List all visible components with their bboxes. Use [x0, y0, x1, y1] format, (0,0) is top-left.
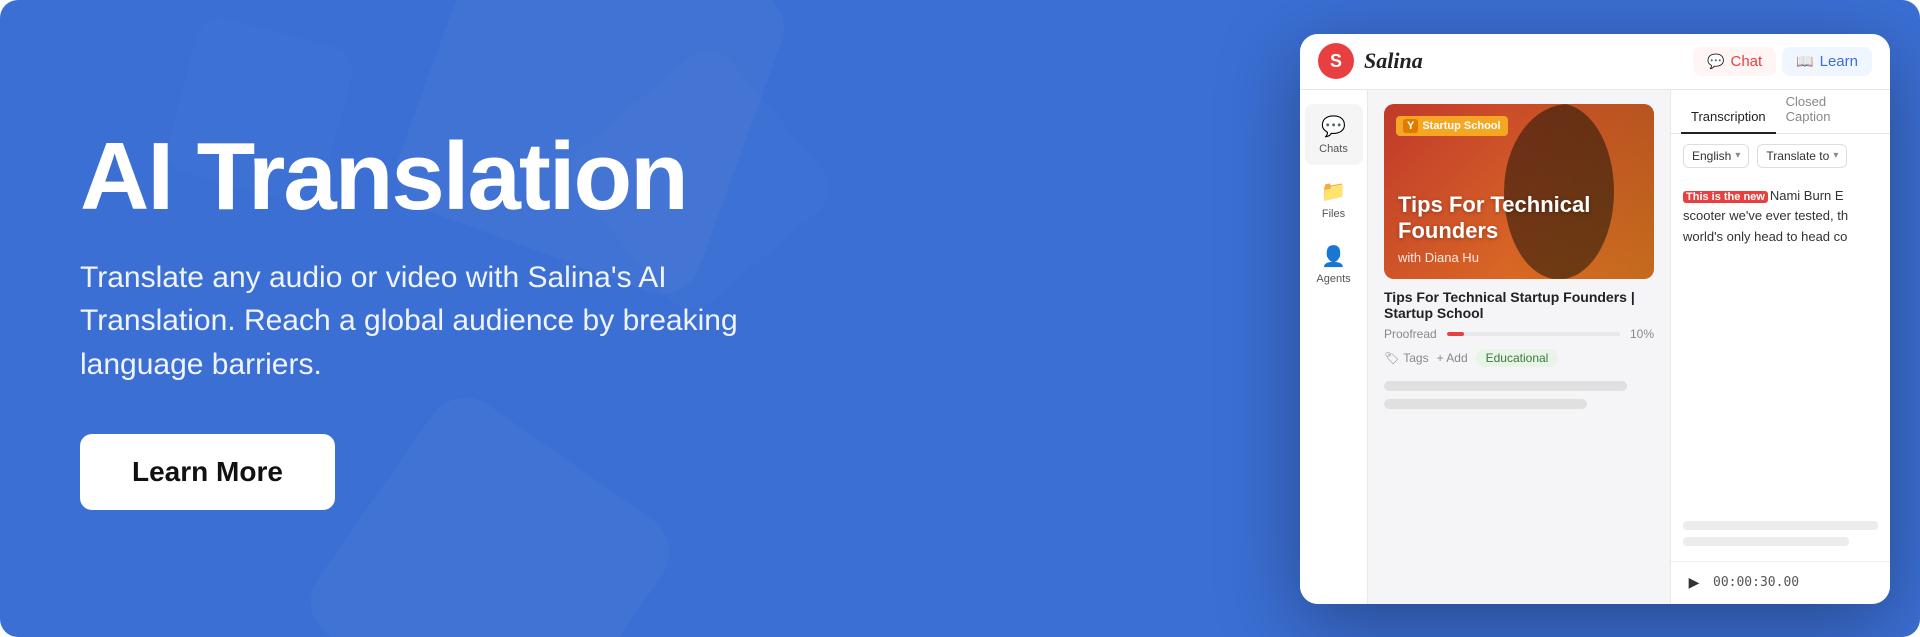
agents-label: Agents: [1316, 273, 1350, 285]
video-badge: Y Startup School: [1396, 116, 1508, 136]
translate-select-arrow: ▾: [1833, 150, 1838, 161]
video-title-line1: Tips For Technical Founders: [1398, 192, 1640, 245]
tags-row: 🏷 Tags + Add Educational: [1384, 349, 1654, 367]
learn-tab-icon: 📖: [1796, 53, 1813, 70]
badge-text: Startup School: [1422, 120, 1500, 132]
tags-label: 🏷 Tags: [1384, 351, 1429, 365]
subtitle: Translate any audio or video with Salina…: [80, 256, 760, 387]
proofread-pct: 10%: [1630, 327, 1654, 341]
app-topbar: S Salina 💬 Chat 📖 Learn: [1300, 34, 1890, 90]
app-nav-tabs: 💬 Chat 📖 Learn: [1693, 47, 1872, 76]
proofread-bar-fill: [1447, 332, 1464, 336]
skeleton-lines: [1368, 373, 1670, 425]
left-content: AI Translation Translate any audio or vi…: [0, 67, 840, 570]
trans-sk-2: [1683, 537, 1849, 546]
educational-tag[interactable]: Educational: [1476, 349, 1559, 367]
proofread-row: Proofread 10%: [1384, 327, 1654, 341]
translate-to-select[interactable]: Translate to ▾: [1757, 144, 1847, 168]
trans-skeleton: [1671, 513, 1890, 561]
sidebar-item-agents[interactable]: 👤 Agents: [1305, 234, 1363, 295]
tab-closed-caption[interactable]: Closed Caption: [1776, 90, 1880, 134]
add-tag-button[interactable]: + Add: [1437, 351, 1468, 365]
trans-controls: English ▾ Translate to ▾: [1671, 134, 1890, 178]
ycombinator-badge: Y Startup School: [1396, 116, 1508, 136]
new-highlight-badge: This is the new: [1683, 191, 1768, 203]
tab-transcription[interactable]: Transcription: [1681, 101, 1776, 134]
video-title-overlay: Tips For Technical Founders with Diana H…: [1384, 180, 1654, 279]
y-logo: Y: [1403, 119, 1418, 133]
learn-more-button[interactable]: Learn More: [80, 434, 335, 510]
video-card-title: Tips For Technical Startup Founders | St…: [1384, 289, 1654, 321]
transcription-text: This is the newNami Burn E scooter we've…: [1671, 178, 1890, 513]
video-info-row: Tips For Technical Startup Founders | St…: [1384, 289, 1654, 373]
trans-sk-1: [1683, 521, 1878, 530]
app-main: Y Startup School Tips For Technical Foun…: [1368, 90, 1670, 604]
language-select[interactable]: English ▾: [1683, 144, 1749, 168]
chat-tab-icon: 💬: [1707, 53, 1724, 70]
transcription-panel: Transcription Closed Caption English ▾ T…: [1670, 90, 1890, 604]
chats-icon: 💬: [1321, 114, 1346, 139]
proofread-label: Proofread: [1384, 327, 1437, 341]
proofread-bar-bg: [1447, 332, 1620, 336]
chats-label: Chats: [1319, 143, 1348, 155]
agents-icon: 👤: [1321, 244, 1346, 269]
video-thumbnail[interactable]: Y Startup School Tips For Technical Foun…: [1384, 104, 1654, 279]
tab-chat-label: Chat: [1731, 53, 1763, 70]
tab-learn-label: Learn: [1820, 53, 1858, 70]
tab-learn[interactable]: 📖 Learn: [1782, 47, 1872, 76]
video-subtitle: with Diana Hu: [1398, 250, 1640, 265]
timer-display: 00:00:30.00: [1713, 575, 1799, 590]
video-card-area: Y Startup School Tips For Technical Foun…: [1368, 90, 1670, 373]
sidebar-item-files[interactable]: 📁 Files: [1305, 169, 1363, 230]
main-title: AI Translation: [80, 127, 760, 228]
app-body: 💬 Chats 📁 Files 👤 Agents: [1300, 90, 1890, 604]
tag-icon: 🏷: [1384, 351, 1399, 365]
skeleton-line-2: [1384, 399, 1587, 409]
brand-name: Salina: [1364, 48, 1693, 74]
banner: AI Translation Translate any audio or vi…: [0, 0, 1920, 637]
tab-chat[interactable]: 💬 Chat: [1693, 47, 1776, 76]
files-icon: 📁: [1321, 179, 1346, 204]
sidebar-item-chats[interactable]: 💬 Chats: [1305, 104, 1363, 165]
skeleton-line-1: [1384, 381, 1627, 391]
files-label: Files: [1322, 208, 1345, 220]
app-logo: S: [1318, 43, 1354, 79]
lang-select-arrow: ▾: [1735, 150, 1740, 161]
play-button[interactable]: ▶: [1683, 572, 1705, 594]
transcription-tabs: Transcription Closed Caption: [1671, 90, 1890, 134]
timer-row: ▶ 00:00:30.00: [1671, 561, 1890, 604]
app-mockup: S Salina 💬 Chat 📖 Learn 💬 Chats: [1300, 34, 1890, 604]
app-sidebar: 💬 Chats 📁 Files 👤 Agents: [1300, 90, 1368, 604]
logo-letter: S: [1330, 51, 1342, 72]
